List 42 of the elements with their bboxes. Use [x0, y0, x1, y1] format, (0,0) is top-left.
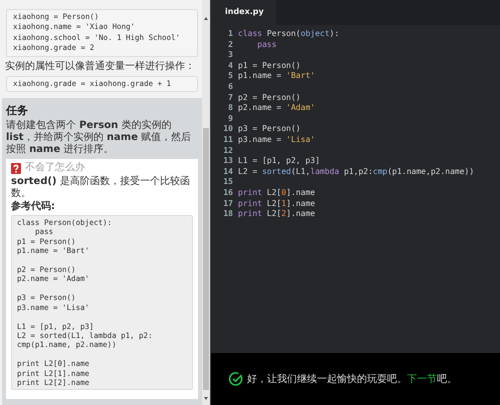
code-line: p3 = Person() — [238, 124, 301, 135]
line-number: 2 — [227, 40, 234, 50]
line-number: 11 — [222, 134, 234, 146]
task-heading: 任务 — [6, 103, 29, 118]
line-number: 18 — [222, 209, 234, 220]
code-line: p2 = Person() — [238, 92, 301, 104]
code-line: p2.name = 'Adam' — [238, 103, 316, 114]
code-line: pass — [256, 40, 277, 50]
line-number: 3 — [227, 50, 234, 61]
code-line: p1.name = 'Bart' — [238, 71, 316, 82]
line-number: 14 — [222, 166, 234, 178]
line-number: 8 — [227, 103, 234, 114]
code-line: print L2[1].name — [238, 198, 316, 210]
line-number: 10 — [222, 124, 234, 135]
result-message-end: 吧。 — [437, 374, 457, 385]
hint-text: sorted() 是高阶函数，接受一个比较函数。 — [11, 176, 191, 200]
line-number: 15 — [222, 177, 234, 188]
line-number: 6 — [227, 82, 234, 93]
code-label: 参考代码: — [11, 201, 56, 214]
line-number: 5 — [227, 71, 234, 82]
next-lesson-link[interactable]: 下一节 — [407, 374, 437, 385]
code-line: L1 = [p1, p2, p3] — [238, 156, 320, 167]
task-description: 请创建包含两个 Person 类的实例的 list，并给两个实例的 name 赋值，然后按照 name 进行排序。 — [6, 120, 192, 156]
code-line: print L2[2].name — [238, 209, 316, 220]
code-line: p3.name = 'Lisa' — [238, 134, 316, 146]
code-line: p1 = Person() — [238, 60, 301, 72]
line-number: 12 — [222, 146, 234, 156]
paragraph: 实例的属性可以像普通变量一样进行操作： — [4, 60, 196, 73]
line-number: 7 — [227, 92, 234, 104]
file-tab[interactable]: index.py — [211, 0, 276, 25]
code-line: L2 = sorted(L1,lambda p1,p2:cmp(p1.name,p2.name)) — [238, 166, 474, 178]
line-number: 13 — [222, 156, 234, 167]
code-line: print L2[0].name — [238, 188, 316, 198]
line-number: 1 — [227, 29, 234, 40]
line-number: 9 — [227, 114, 234, 124]
line-number: 16 — [222, 188, 234, 198]
question-icon — [11, 162, 21, 174]
line-number: 4 — [227, 60, 234, 72]
code-line: class Person(object): — [238, 29, 340, 40]
line-number: 17 — [222, 198, 234, 210]
result-message: 好，让我们继续一起愉快的玩耍吧。 — [247, 374, 407, 385]
check-circle-icon — [229, 372, 243, 386]
